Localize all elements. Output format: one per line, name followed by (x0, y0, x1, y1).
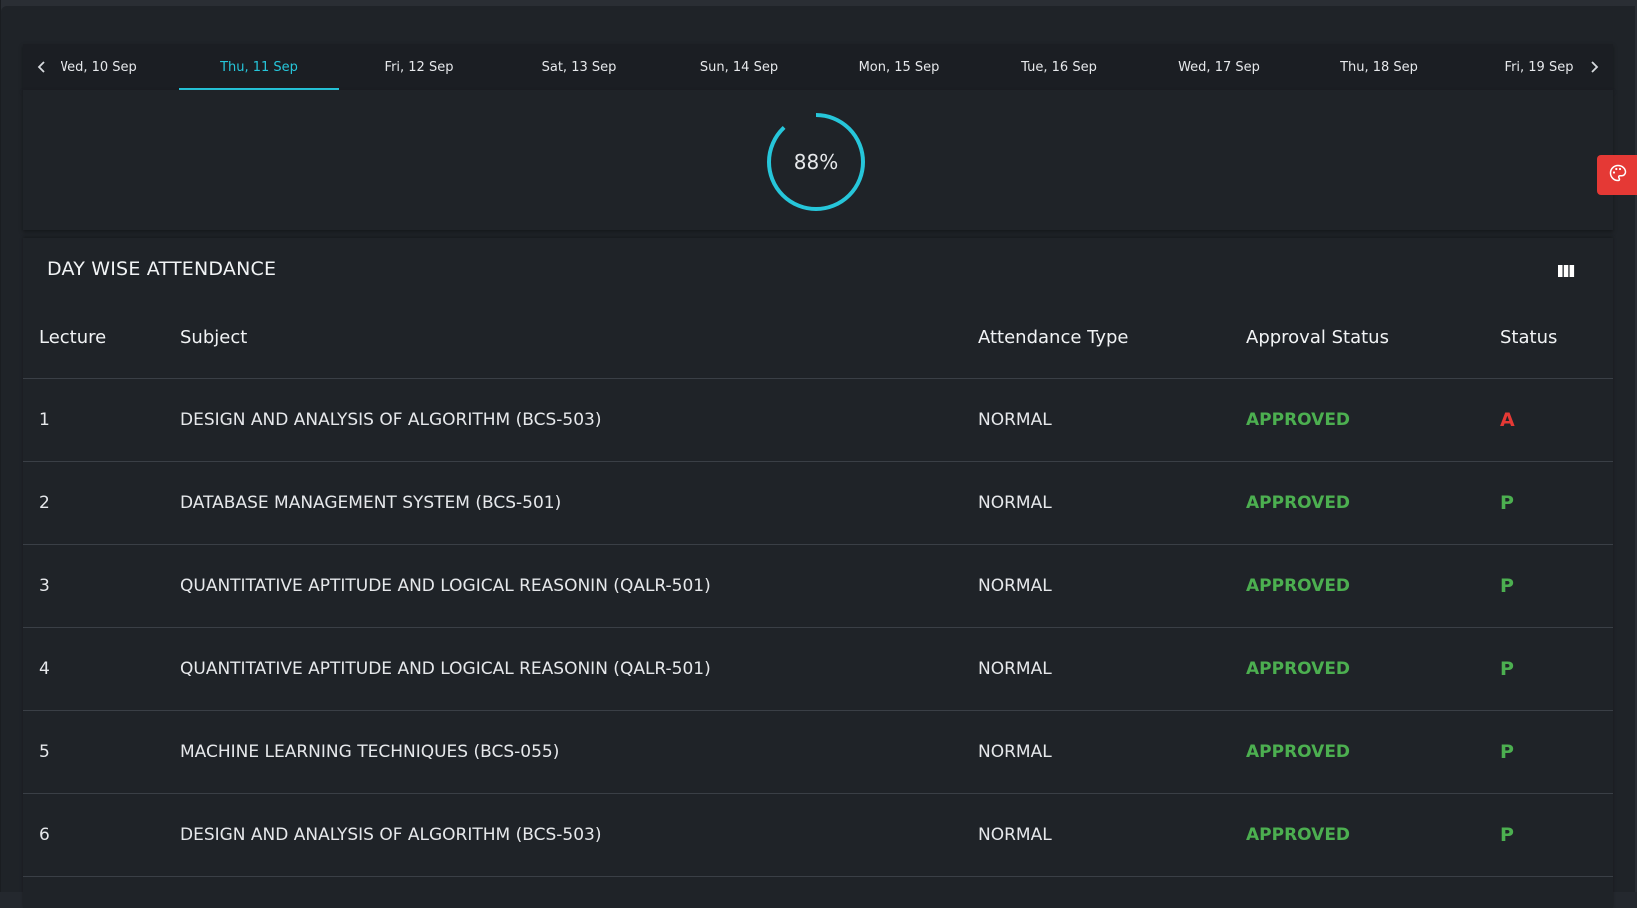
date-tab-label: Fri, 19 Sep (1504, 59, 1574, 75)
table-row: 6 DESIGN AND ANALYSIS OF ALGORITHM (BCS-… (23, 793, 1613, 877)
date-tab[interactable]: Mon, 15 Sep (819, 44, 979, 90)
approval-status-cell: APPROVED (1246, 793, 1500, 877)
date-tab-bar: Wed, 10 Sep Thu, 11 Sep Fri, 12 Sep Sat,… (23, 44, 1613, 90)
chevron-right-icon[interactable] (1575, 44, 1613, 90)
attendance-percentage: 88% (793, 150, 839, 174)
attendance-type-cell: NORMAL (978, 461, 1246, 545)
lecture-cell: 3 (23, 544, 180, 628)
app-frame: Wed, 10 Sep Thu, 11 Sep Fri, 12 Sep Sat,… (0, 0, 1637, 908)
status-cell: P (1500, 544, 1613, 628)
date-tab[interactable]: Wed, 10 Sep (61, 44, 179, 90)
table-row: 5 MACHINE LEARNING TECHNIQUES (BCS-055) … (23, 710, 1613, 794)
subject-cell: DATABASE MANAGEMENT SYSTEM (BCS-501) (180, 461, 978, 545)
status-cell: P (1500, 627, 1613, 711)
status-cell: P (1500, 710, 1613, 794)
table-row: 4 QUANTITATIVE APTITUDE AND LOGICAL REAS… (23, 627, 1613, 711)
date-tab-label: Tue, 16 Sep (1021, 59, 1097, 75)
status-cell: P (1500, 793, 1613, 877)
date-tab-label: Wed, 17 Sep (1178, 59, 1260, 75)
lecture-cell: 6 (23, 793, 180, 877)
status-cell: P (1500, 461, 1613, 545)
subject-cell: QUANTITATIVE APTITUDE AND LOGICAL REASON… (180, 627, 978, 711)
approval-status-cell: APPROVED (1246, 544, 1500, 628)
date-tab-label: Thu, 11 Sep (220, 59, 298, 75)
table-header-row: Lecture Subject Attendance Type Approval… (23, 298, 1613, 379)
date-tab[interactable]: Tue, 16 Sep (979, 44, 1139, 90)
table-row: 3 QUANTITATIVE APTITUDE AND LOGICAL REAS… (23, 544, 1613, 628)
subject-cell: DESIGN AND ANALYSIS OF ALGORITHM (BCS-50… (180, 378, 978, 462)
theme-settings-button[interactable] (1597, 155, 1637, 195)
column-header-approval-status[interactable]: Approval Status (1246, 298, 1500, 379)
table-row: 1 DESIGN AND ANALYSIS OF ALGORITHM (BCS-… (23, 378, 1613, 462)
table-row: 2 DATABASE MANAGEMENT SYSTEM (BCS-501) N… (23, 461, 1613, 545)
attendance-type-cell: NORMAL (978, 710, 1246, 794)
section-title: DAY WISE ATTENDANCE (47, 258, 277, 280)
palette-icon (1609, 164, 1627, 186)
column-header-attendance-type[interactable]: Attendance Type (978, 298, 1246, 379)
attendance-type-cell: NORMAL (978, 378, 1246, 462)
status-cell: A (1500, 378, 1613, 462)
subject-cell: QUANTITATIVE APTITUDE AND LOGICAL REASON… (180, 544, 978, 628)
subject-cell: MACHINE LEARNING TECHNIQUES (BCS-055) (180, 710, 978, 794)
date-tabs: Wed, 10 Sep Thu, 11 Sep Fri, 12 Sep Sat,… (61, 44, 1575, 90)
column-header-subject[interactable]: Subject (180, 298, 978, 379)
date-tab[interactable]: Sun, 14 Sep (659, 44, 819, 90)
chevron-left-icon[interactable] (23, 44, 61, 90)
view-columns-icon[interactable] (1556, 261, 1576, 281)
date-tab-label: Thu, 18 Sep (1340, 59, 1418, 75)
attendance-progress-card: 88% (23, 90, 1613, 230)
column-header-lecture[interactable]: Lecture (23, 298, 180, 379)
day-wise-attendance-card: DAY WISE ATTENDANCE Lecture Subject Atte… (23, 238, 1613, 908)
date-tab[interactable]: Fri, 19 Sep (1459, 44, 1575, 90)
date-tab[interactable]: Thu, 18 Sep (1299, 44, 1459, 90)
approval-status-cell: APPROVED (1246, 461, 1500, 545)
approval-status-cell: APPROVED (1246, 627, 1500, 711)
lecture-cell: 2 (23, 461, 180, 545)
column-header-status[interactable]: Status (1500, 298, 1613, 379)
date-tab-label: Fri, 12 Sep (384, 59, 454, 75)
lecture-cell: 4 (23, 627, 180, 711)
date-tab[interactable]: Sat, 13 Sep (499, 44, 659, 90)
date-tab-label: Mon, 15 Sep (858, 59, 940, 75)
approval-status-cell: APPROVED (1246, 710, 1500, 794)
date-tab-label: Sat, 13 Sep (541, 59, 617, 75)
lecture-cell: 5 (23, 710, 180, 794)
attendance-type-cell: NORMAL (978, 544, 1246, 628)
date-tab-active[interactable]: Thu, 11 Sep (179, 44, 339, 90)
date-tab[interactable]: Fri, 12 Sep (339, 44, 499, 90)
attendance-type-cell: NORMAL (978, 627, 1246, 711)
content-area: Wed, 10 Sep Thu, 11 Sep Fri, 12 Sep Sat,… (1, 6, 1635, 908)
date-tab-label: Sun, 14 Sep (699, 59, 779, 75)
subject-cell: DESIGN AND ANALYSIS OF ALGORITHM (BCS-50… (180, 793, 978, 877)
date-tab[interactable]: Wed, 17 Sep (1139, 44, 1299, 90)
approval-status-cell: APPROVED (1246, 378, 1500, 462)
lecture-cell: 1 (23, 378, 180, 462)
date-tab-label: Wed, 10 Sep (61, 59, 137, 75)
attendance-table: Lecture Subject Attendance Type Approval… (23, 298, 1613, 877)
attendance-type-cell: NORMAL (978, 793, 1246, 877)
